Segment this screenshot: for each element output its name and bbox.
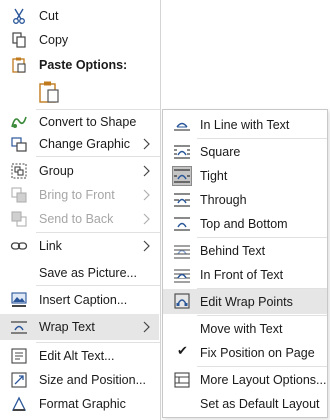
group-menu-item[interactable]: Group: [0, 159, 159, 183]
bring-to-front-label: Bring to Front: [39, 188, 115, 202]
edit-alt-text-menu-item[interactable]: Edit Alt Text...: [0, 344, 159, 368]
bring-to-front-menu-item[interactable]: Bring to Front: [0, 183, 159, 207]
copy-label: Copy: [39, 33, 69, 47]
context-menu: Cut Copy Paste Options: Convert to Shape…: [0, 0, 161, 420]
tight-menu-item[interactable]: Tight: [163, 164, 327, 188]
chevron-right-icon: [141, 164, 151, 178]
link-label: Link: [39, 239, 62, 253]
edit-alt-text-label: Edit Alt Text...: [39, 349, 115, 363]
in-front-of-text-menu-item[interactable]: In Front of Text: [163, 263, 327, 287]
tight-label: Tight: [200, 169, 228, 183]
separator: [36, 156, 160, 157]
wrap-text-icon: [10, 318, 28, 336]
paste-icon: [10, 56, 28, 74]
in-front-of-text-icon: [173, 266, 191, 284]
chevron-right-icon: [141, 212, 151, 226]
separator: [36, 342, 160, 343]
format-graphic-menu-item[interactable]: Format Graphic: [0, 392, 159, 416]
checkmark-icon: ✔: [177, 344, 188, 359]
behind-text-label: Behind Text: [200, 244, 266, 258]
paste-options-header: Paste Options:: [0, 53, 159, 77]
scissors-icon: [10, 7, 28, 25]
in-line-with-text-icon: [173, 116, 191, 134]
wrap-text-menu-item[interactable]: Wrap Text: [0, 314, 159, 340]
paste-clipboard-icon: [39, 81, 59, 103]
wrap-text-submenu: In Line with Text Square Tight Through T…: [162, 109, 328, 418]
insert-caption-label: Insert Caption...: [39, 293, 128, 307]
cut-menu-item[interactable]: Cut: [0, 4, 159, 28]
group-label: Group: [39, 164, 74, 178]
size-and-position-icon: [10, 371, 28, 389]
through-label: Through: [200, 193, 247, 207]
insert-caption-menu-item[interactable]: Insert Caption...: [0, 288, 159, 312]
wrap-square-icon: [173, 143, 191, 161]
more-layout-options-label: More Layout Options...: [200, 373, 327, 387]
separator: [197, 237, 327, 238]
layout-options-icon: [173, 371, 191, 389]
square-menu-item[interactable]: Square: [163, 140, 327, 164]
through-menu-item[interactable]: Through: [163, 188, 327, 212]
send-to-back-label: Send to Back: [39, 212, 114, 226]
insert-caption-icon: [10, 291, 28, 309]
copy-menu-item[interactable]: Copy: [0, 28, 159, 52]
link-menu-item[interactable]: Link: [0, 234, 159, 258]
chevron-right-icon: [141, 320, 151, 334]
wrap-tight-icon: [173, 167, 191, 185]
separator: [197, 315, 327, 316]
convert-to-shape-icon: [10, 113, 28, 131]
chevron-right-icon: [141, 188, 151, 202]
move-with-text-menu-item[interactable]: Move with Text: [163, 317, 327, 341]
format-graphic-icon: [10, 395, 28, 413]
link-icon: [10, 237, 28, 255]
edit-wrap-points-icon: [173, 292, 191, 310]
send-to-back-icon: [10, 210, 28, 228]
cut-label: Cut: [39, 9, 59, 23]
format-graphic-label: Format Graphic: [39, 397, 126, 411]
group-icon: [10, 162, 28, 180]
move-with-text-label: Move with Text: [200, 322, 283, 336]
bring-to-front-icon: [10, 186, 28, 204]
wrap-top-and-bottom-icon: [173, 215, 191, 233]
chevron-right-icon: [141, 239, 151, 253]
set-as-default-layout-label: Set as Default Layout: [200, 397, 320, 411]
convert-to-shape-label: Convert to Shape: [39, 115, 137, 129]
edit-wrap-points-menu-item[interactable]: Edit Wrap Points: [163, 289, 327, 314]
more-layout-options-menu-item[interactable]: More Layout Options...: [163, 368, 327, 392]
size-and-position-label: Size and Position...: [39, 373, 147, 387]
set-as-default-layout-menu-item[interactable]: Set as Default Layout: [163, 392, 327, 416]
save-as-picture-label: Save as Picture...: [39, 266, 137, 280]
paste-options-label: Paste Options:: [39, 58, 128, 72]
send-to-back-menu-item[interactable]: Send to Back: [0, 207, 159, 231]
wrap-text-label: Wrap Text: [39, 320, 95, 334]
fix-position-on-page-menu-item[interactable]: ✔ Fix Position on Page: [163, 341, 327, 365]
keep-source-formatting-paste-button[interactable]: [37, 79, 63, 105]
separator: [197, 366, 327, 367]
size-and-position-menu-item[interactable]: Size and Position...: [0, 368, 159, 392]
behind-text-icon: [173, 242, 191, 260]
in-line-with-text-menu-item[interactable]: In Line with Text: [163, 113, 327, 137]
change-graphic-label: Change Graphic: [39, 137, 131, 151]
convert-to-shape-menu-item[interactable]: Convert to Shape: [0, 110, 159, 134]
top-and-bottom-label: Top and Bottom: [200, 217, 288, 231]
behind-text-menu-item[interactable]: Behind Text: [163, 239, 327, 263]
copy-icon: [10, 31, 28, 49]
separator: [36, 285, 160, 286]
save-as-picture-menu-item[interactable]: Save as Picture...: [0, 261, 159, 285]
separator: [36, 232, 160, 233]
square-label: Square: [200, 145, 241, 159]
edit-wrap-points-label: Edit Wrap Points: [200, 294, 293, 309]
wrap-through-icon: [173, 191, 191, 209]
alt-text-icon: [10, 347, 28, 365]
separator: [197, 138, 327, 139]
change-graphic-icon: [10, 135, 28, 153]
chevron-right-icon: [141, 137, 151, 151]
change-graphic-menu-item[interactable]: Change Graphic: [0, 132, 159, 156]
in-front-of-text-label: In Front of Text: [200, 268, 284, 282]
fix-position-on-page-label: Fix Position on Page: [200, 346, 315, 360]
top-and-bottom-menu-item[interactable]: Top and Bottom: [163, 212, 327, 236]
in-line-with-text-label: In Line with Text: [200, 118, 290, 132]
